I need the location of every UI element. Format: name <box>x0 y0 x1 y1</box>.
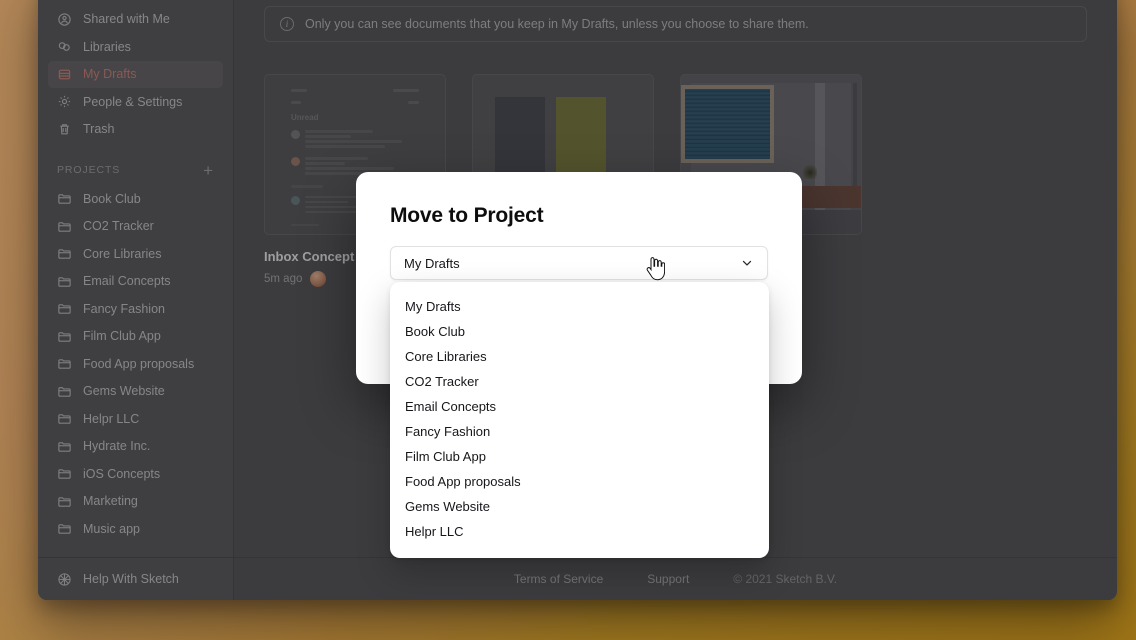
project-select[interactable]: My Drafts <box>390 246 768 280</box>
dropdown-option[interactable]: Email Concepts <box>390 394 769 419</box>
dropdown-option[interactable]: My Drafts <box>390 294 769 319</box>
dropdown-option[interactable]: Film Club App <box>390 444 769 469</box>
dropdown-option[interactable]: Helpr LLC <box>390 519 769 544</box>
dropdown-option[interactable]: CO2 Tracker <box>390 369 769 394</box>
project-select-value: My Drafts <box>404 255 460 271</box>
chevron-down-icon <box>740 256 754 270</box>
dropdown-option[interactable]: Gems Website <box>390 494 769 519</box>
project-dropdown-menu[interactable]: My Drafts Book Club Core Libraries CO2 Trac… <box>390 282 769 558</box>
dropdown-option[interactable]: Food App proposals <box>390 469 769 494</box>
dropdown-option[interactable]: Core Libraries <box>390 344 769 369</box>
dropdown-option[interactable]: Book Club <box>390 319 769 344</box>
dropdown-option[interactable]: Fancy Fashion <box>390 419 769 444</box>
page-title: Move to Project <box>390 204 544 227</box>
